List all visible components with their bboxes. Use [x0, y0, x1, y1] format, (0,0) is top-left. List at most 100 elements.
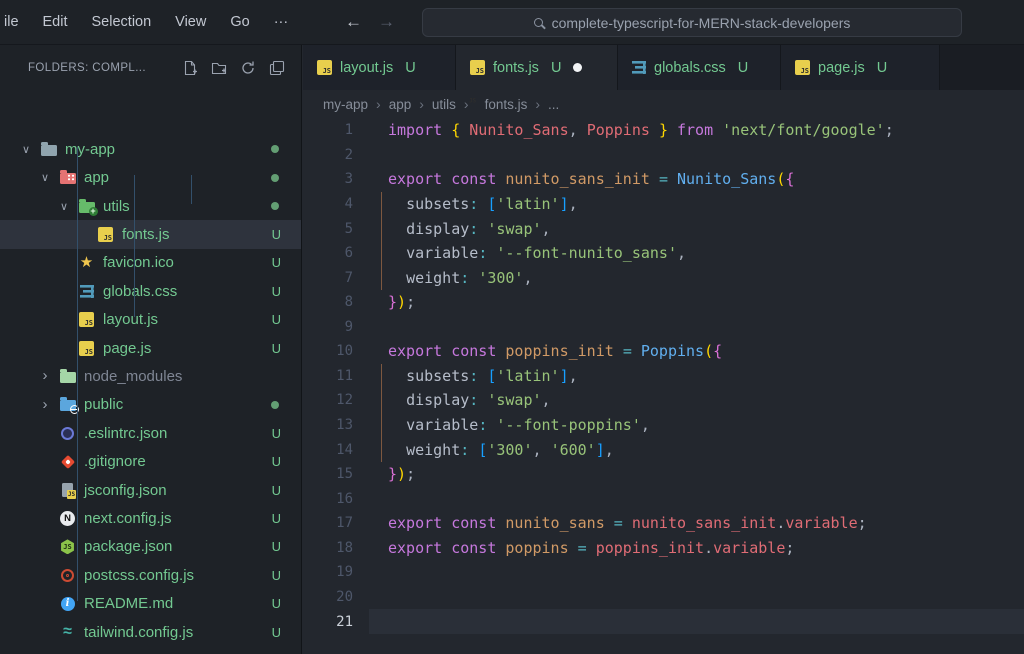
tab-globals-css[interactable]: globals.cssU	[618, 45, 781, 90]
code-line-13[interactable]: 13 variable: '--font-poppins',	[303, 413, 1024, 438]
new-file-icon[interactable]	[182, 60, 198, 76]
tree-item-utils[interactable]: ∨+utils	[0, 192, 301, 220]
code-line-10[interactable]: 10export const poppins_init = Poppins({	[303, 339, 1024, 364]
tailwind-icon: ≈	[63, 626, 72, 638]
code-line-15[interactable]: 15});	[303, 462, 1024, 487]
code-line-6[interactable]: 6 variable: '--font-nunito_sans',	[303, 241, 1024, 266]
chevron-down-icon[interactable]: ∨	[18, 143, 34, 156]
code-line-12[interactable]: 12 display: 'swap',	[303, 388, 1024, 413]
code-line-19[interactable]: 19	[303, 560, 1024, 585]
tree-item-favicon-ico[interactable]: ★favicon.icoU	[0, 249, 301, 277]
tree-item-tailwind-config-js[interactable]: ≈tailwind.config.jsU	[0, 618, 301, 646]
tree-icon-slot	[59, 397, 76, 413]
forward-arrow-icon[interactable]: →	[378, 12, 395, 32]
code-line-11[interactable]: 11 subsets: ['latin'],	[303, 364, 1024, 389]
tree-icon-slot: JS	[97, 226, 114, 242]
javascript-icon: JS	[98, 227, 113, 242]
code-line-5[interactable]: 5 display: 'swap',	[303, 216, 1024, 241]
breadcrumb-separator-icon: ›	[419, 96, 424, 112]
line-number: 7	[303, 270, 353, 286]
tree-item-package-json[interactable]: JSpackage.jsonU	[0, 533, 301, 561]
tree-item-app[interactable]: ∨ app	[0, 163, 301, 191]
tree-item-globals-css[interactable]: globals.cssU	[0, 277, 301, 305]
menu-selection[interactable]: Selection	[80, 14, 164, 30]
tab-git-badge: U	[877, 60, 887, 76]
code-line-3[interactable]: 3export const nunito_sans_init = Nunito_…	[303, 167, 1024, 192]
tree-item-public[interactable]: ›public	[0, 391, 301, 419]
tree-item-page-js[interactable]: JSpage.jsU	[0, 334, 301, 362]
tree-item-label: .gitignore	[84, 453, 146, 470]
code-editor[interactable]: 1import { Nunito_Sans, Poppins } from 'n…	[303, 118, 1024, 654]
command-center-search[interactable]: complete-typescript-for-MERN-stack-devel…	[422, 8, 962, 37]
line-number: 8	[303, 294, 353, 310]
code-line-1[interactable]: 1import { Nunito_Sans, Poppins } from 'n…	[303, 118, 1024, 143]
unsaved-dot-icon[interactable]	[573, 63, 582, 72]
tree-icon-slot: JS	[78, 340, 95, 356]
breadcrumb-item-utils[interactable]: utils	[432, 97, 456, 112]
code-line-17[interactable]: 17export const nunito_sans = nunito_sans…	[303, 511, 1024, 536]
tree-icon-slot	[59, 454, 76, 470]
tree-item-next-config-js[interactable]: Nnext.config.jsU	[0, 504, 301, 532]
code-line-21[interactable]: 21	[303, 609, 1024, 634]
tab-git-badge: U	[551, 60, 561, 76]
line-number: 19	[303, 564, 353, 580]
tab-page-js[interactable]: JSpage.jsU	[781, 45, 940, 90]
tree-item-fonts-js[interactable]: JSfonts.jsU	[0, 220, 301, 248]
tree-icon-slot	[59, 170, 76, 186]
code-line-14[interactable]: 14 weight: ['300', '600'],	[303, 437, 1024, 462]
collapse-folders-icon[interactable]	[269, 60, 285, 76]
line-number: 1	[303, 122, 353, 138]
chevron-right-icon[interactable]: ›	[37, 398, 53, 412]
tab-layout-js[interactable]: JSlayout.jsU	[303, 45, 456, 90]
tab-label: layout.js	[340, 60, 393, 76]
code-line-20[interactable]: 20	[303, 585, 1024, 610]
code-line-16[interactable]: 16	[303, 486, 1024, 511]
chevron-down-icon[interactable]: ∨	[56, 200, 72, 213]
code-line-8[interactable]: 8});	[303, 290, 1024, 315]
new-folder-icon[interactable]	[211, 60, 227, 76]
menu-ile[interactable]: ile	[0, 14, 31, 30]
node-package-icon: JS	[61, 539, 75, 554]
folder-gray-icon	[41, 145, 57, 156]
breadcrumb-item-my-app[interactable]: my-app	[323, 97, 368, 112]
menu-[interactable]: ···	[262, 14, 301, 30]
refresh-icon[interactable]	[240, 60, 256, 76]
app-grid-overlay	[67, 174, 75, 181]
menu-edit[interactable]: Edit	[31, 14, 80, 30]
tree-item-postcss-config-js[interactable]: postcss.config.jsU	[0, 561, 301, 589]
tree-item-node-modules[interactable]: ›node_modules	[0, 362, 301, 390]
tree-item-jsconfig-json[interactable]: JSjsconfig.jsonU	[0, 476, 301, 504]
line-number: 12	[303, 392, 353, 408]
tree-item-readme-md[interactable]: iREADME.md	[0, 646, 301, 654]
tree-item-my-app[interactable]: ∨my-app	[0, 135, 301, 163]
git-untracked-badge: U	[272, 426, 281, 441]
menu-view[interactable]: View	[163, 14, 218, 30]
git-modified-dot	[271, 202, 279, 210]
tree-item-layout-js[interactable]: JSlayout.jsU	[0, 305, 301, 333]
breadcrumb-item-app[interactable]: app	[389, 97, 412, 112]
back-arrow-icon[interactable]: ←	[345, 12, 362, 32]
tree-item-label: app	[84, 169, 109, 186]
breadcrumb-item-[interactable]: ...	[548, 97, 559, 112]
tree-icon-slot	[59, 567, 76, 583]
menu-go[interactable]: Go	[218, 14, 261, 30]
code-line-text: variable: '--font-nunito_sans',	[388, 244, 686, 262]
tree-item-readme-md[interactable]: iREADME.mdU	[0, 590, 301, 618]
code-line-18[interactable]: 18export const poppins = poppins_init.va…	[303, 536, 1024, 561]
code-line-9[interactable]: 9	[303, 315, 1024, 340]
code-line-7[interactable]: 7 weight: '300',	[303, 265, 1024, 290]
code-line-4[interactable]: 4 subsets: ['latin'],	[303, 192, 1024, 217]
folder-app-icon	[60, 173, 76, 184]
nextjs-icon: N	[60, 511, 75, 526]
chevron-right-icon[interactable]: ›	[37, 369, 53, 383]
tree-item-eslintrc-json[interactable]: .eslintrc.jsonU	[0, 419, 301, 447]
chevron-down-icon[interactable]: ∨	[37, 171, 53, 184]
js-letters: JS	[85, 348, 93, 356]
tree-icon-slot: ≈	[59, 624, 76, 640]
tree-item-gitignore[interactable]: .gitignoreU	[0, 447, 301, 475]
tree-icon-slot	[40, 141, 57, 157]
tab-fonts-js[interactable]: JSfonts.jsU	[456, 45, 618, 90]
breadcrumb-item-fonts-js[interactable]: fonts.js	[485, 97, 528, 112]
code-line-2[interactable]: 2	[303, 143, 1024, 168]
git-untracked-badge: U	[272, 255, 281, 270]
